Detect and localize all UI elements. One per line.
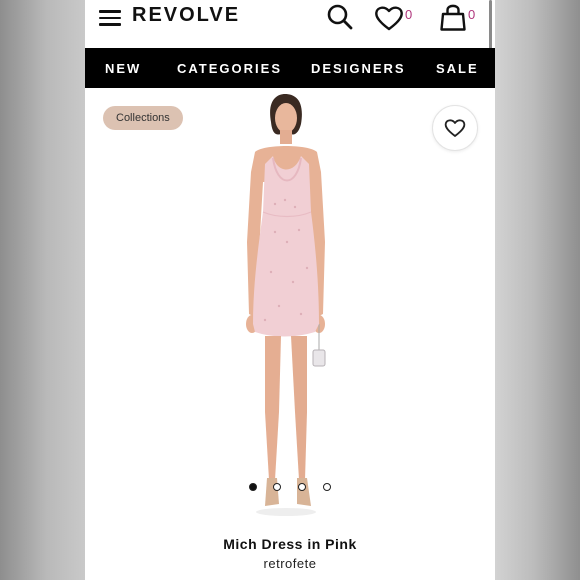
hamburger-menu-icon[interactable] [99,10,121,26]
nav-item-new[interactable]: NEW [105,61,141,76]
main-nav: NEW CATEGORIES DESIGNERS SALE [85,48,495,88]
carousel-dot-1[interactable] [249,483,257,491]
wishlist-count: 0 [405,7,413,22]
product-designer[interactable]: retrofete [85,556,495,571]
search-icon[interactable] [326,3,354,31]
nav-item-sale[interactable]: SALE [436,61,479,76]
phone-screen: REVOLVE 0 0 NEW CATEGORIES DESIGNERS SAL… [85,0,495,580]
product-name: Mich Dress in Pink [223,536,357,552]
wishlist-heart-icon[interactable] [374,5,404,31]
nav-item-designers[interactable]: DESIGNERS [311,61,406,76]
bag-count: 0 [468,7,476,22]
shopping-bag-icon[interactable] [439,2,467,32]
nav-item-categories[interactable]: CATEGORIES [177,61,282,76]
brand-logo[interactable]: REVOLVE [132,4,240,27]
carousel-dot-3[interactable] [298,483,306,491]
product-image-gallery[interactable]: Collections [85,88,495,528]
favorite-button[interactable] [432,105,478,151]
image-carousel-dots [249,483,331,493]
product-photo [246,94,326,516]
carousel-dot-4[interactable] [323,483,331,491]
carousel-dot-2[interactable] [273,483,281,491]
heart-icon [444,119,466,137]
collections-tag[interactable]: Collections [103,106,183,130]
top-header: REVOLVE 0 0 [85,0,495,220]
